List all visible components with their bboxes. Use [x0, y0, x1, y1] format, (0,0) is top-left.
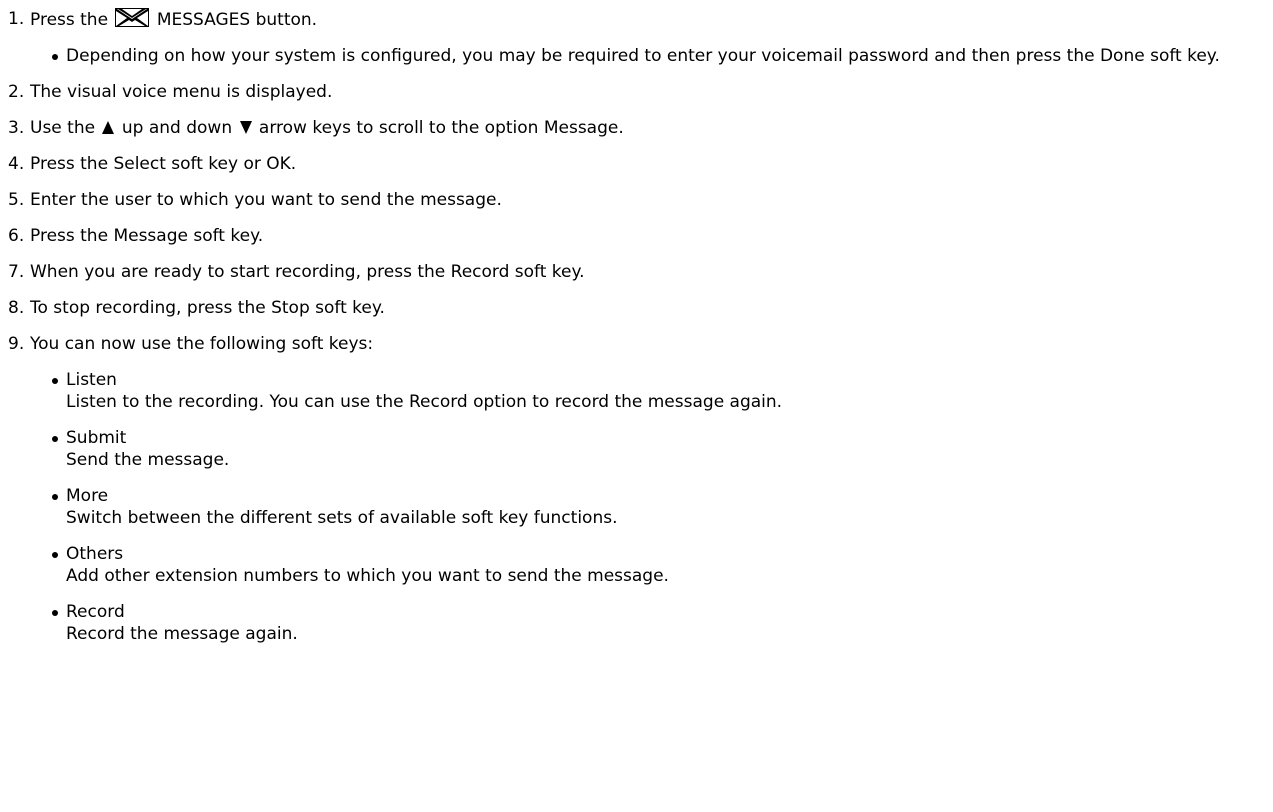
instructions-document: 1. Press the MESSAGES button. Depending …	[8, 8, 1268, 659]
step-number: 2.	[8, 82, 25, 102]
soft-key-name: Submit	[66, 428, 127, 448]
envelope-icon	[115, 8, 150, 27]
step-text: Press the Select soft key or OK.	[30, 154, 297, 174]
step-body: Use the up and down arrow keys to scroll…	[30, 117, 1268, 139]
soft-key-list: Listen Listen to the recording. You can …	[30, 369, 1268, 645]
step-text: Press the	[30, 10, 109, 30]
soft-key-item-submit: Submit Send the message.	[50, 427, 1268, 471]
up-arrow-icon	[102, 121, 115, 134]
step-number: 4.	[8, 154, 25, 174]
step-number: 3.	[8, 118, 25, 138]
soft-key-description: Add other extension numbers to which you…	[66, 566, 669, 586]
step-body: Press the MESSAGES button. Depending on …	[30, 8, 1268, 67]
step-number: 1.	[8, 9, 25, 29]
step-number: 7.	[8, 262, 25, 282]
step-number: 6.	[8, 226, 25, 246]
step-text: arrow keys to scroll to the option Messa…	[258, 118, 624, 138]
step-number: 9.	[8, 334, 25, 354]
step-6: 6. Press the Message soft key.	[8, 225, 1268, 247]
soft-key-name: Others	[66, 544, 124, 564]
step-text: When you are ready to start recording, p…	[30, 262, 585, 282]
step-1: 1. Press the MESSAGES button. Depending …	[8, 8, 1268, 67]
step-text: up and down	[121, 118, 233, 138]
step-text: Use the	[30, 118, 96, 138]
step-1-notes: Depending on how your system is configur…	[30, 45, 1268, 67]
step-text: To stop recording, press the Stop soft k…	[30, 298, 385, 318]
soft-key-name: Record	[66, 602, 125, 622]
down-arrow-icon	[239, 121, 252, 134]
step-text: You can now use the following soft keys:	[30, 334, 374, 354]
step-8: 8. To stop recording, press the Stop sof…	[8, 297, 1268, 319]
step-body: You can now use the following soft keys:…	[30, 333, 1268, 645]
step-7: 7. When you are ready to start recording…	[8, 261, 1268, 283]
soft-key-item-more: More Switch between the different sets o…	[50, 485, 1268, 529]
step-text: Enter the user to which you want to send…	[30, 190, 502, 210]
soft-key-description: Switch between the different sets of ava…	[66, 508, 618, 528]
step-4: 4. Press the Select soft key or OK.	[8, 153, 1268, 175]
step-number: 8.	[8, 298, 25, 318]
soft-key-description: Send the message.	[66, 450, 230, 470]
soft-key-item-record: Record Record the message again.	[50, 601, 1268, 645]
soft-key-item-others: Others Add other extension numbers to wh…	[50, 543, 1268, 587]
soft-key-name: More	[66, 486, 109, 506]
soft-key-description: Listen to the recording. You can use the…	[66, 392, 783, 412]
step-5: 5. Enter the user to which you want to s…	[8, 189, 1268, 211]
step-2: 2. The visual voice menu is displayed.	[8, 81, 1268, 103]
soft-key-description: Record the message again.	[66, 624, 298, 644]
step-text: Press the Message soft key.	[30, 226, 264, 246]
soft-key-item-listen: Listen Listen to the recording. You can …	[50, 369, 1268, 413]
step-9: 9. You can now use the following soft ke…	[8, 333, 1268, 645]
step-text: MESSAGES button.	[156, 10, 318, 30]
list-item: Depending on how your system is configur…	[50, 45, 1268, 67]
step-number: 5.	[8, 190, 25, 210]
soft-key-name: Listen	[66, 370, 117, 390]
step-3: 3. Use the up and down arrow keys to scr…	[8, 117, 1268, 139]
step-text: The visual voice menu is displayed.	[30, 82, 333, 102]
